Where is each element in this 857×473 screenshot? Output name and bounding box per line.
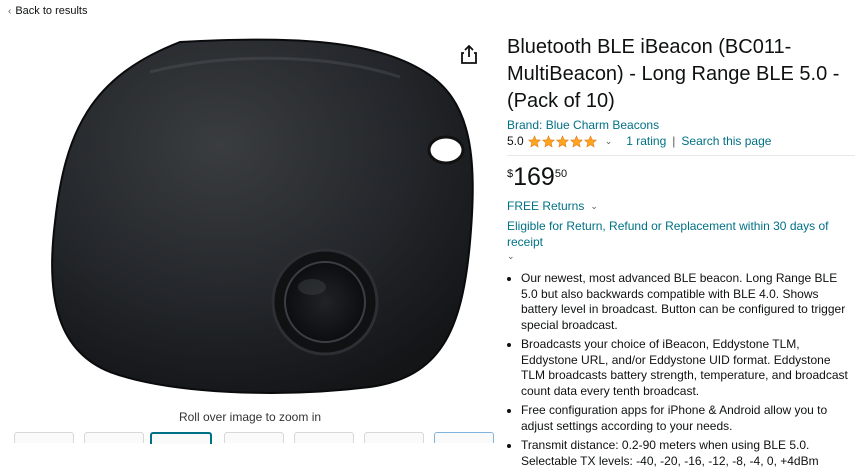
rating-value: 5.0 [507,134,524,148]
thumbnail[interactable] [364,432,424,443]
free-returns-label: FREE Returns [507,199,585,213]
share-icon[interactable] [458,44,480,66]
product-info: Bluetooth BLE iBeacon (BC011-MultiBeacon… [507,34,855,473]
price-fraction: 50 [554,168,568,180]
return-eligibility-label: Eligible for Return, Refund or Replaceme… [507,219,829,249]
thumbnail[interactable] [434,432,494,443]
feature-bullet: Broadcasts your choice of iBeacon, Eddys… [521,337,857,399]
rating-count-link[interactable]: 1 rating [626,134,666,148]
thumbnail-selected[interactable] [150,432,212,444]
thumbnail[interactable] [224,432,284,443]
chevron-down-icon: ⌄ [507,251,515,261]
back-to-results-label: Back to results [15,5,88,17]
price-whole: 169 [513,163,555,191]
feature-bullets: Our newest, most advanced BLE beacon. Lo… [507,271,857,469]
product-title: Bluetooth BLE iBeacon (BC011-MultiBeacon… [507,36,840,112]
back-to-results-link[interactable]: ‹ Back to results [8,5,87,17]
star-icon [555,134,569,147]
price: $ 169 50 [507,165,855,193]
free-returns[interactable]: FREE Returns ⌄ [507,199,855,213]
chevron-left-icon: ‹ [8,5,12,17]
separator: | [672,134,676,148]
product-media: Roll over image to zoom in [0,24,500,444]
star-icon [569,134,583,147]
search-this-page-link[interactable]: Search this page [681,134,771,148]
rating-stars[interactable] [527,134,597,148]
star-icon [527,134,541,147]
chevron-down-icon[interactable]: ⌄ [605,136,613,147]
feature-bullet: Free configuration apps for iPhone & And… [521,403,857,434]
feature-bullet: Our newest, most advanced BLE beacon. Lo… [521,271,857,333]
feature-bullet: Transmit distance: 0.2-90 meters when us… [521,438,857,469]
thumbnail[interactable] [14,432,74,443]
star-icon [583,134,597,147]
product-image[interactable] [30,32,482,402]
return-eligibility[interactable]: Eligible for Return, Refund or Replaceme… [507,218,855,261]
brand-link[interactable]: Brand: Blue Charm Beacons [507,118,855,132]
star-icon [541,134,555,147]
chevron-down-icon: ⌄ [590,200,598,211]
zoom-hint: Roll over image to zoom in [178,410,322,424]
thumbnail-strip [14,432,494,444]
rating-row: 5.0 ⌄ 1 rating | Search this page [507,133,855,149]
thumbnail[interactable] [84,432,144,443]
divider [507,155,855,156]
thumbnail[interactable] [294,432,354,443]
